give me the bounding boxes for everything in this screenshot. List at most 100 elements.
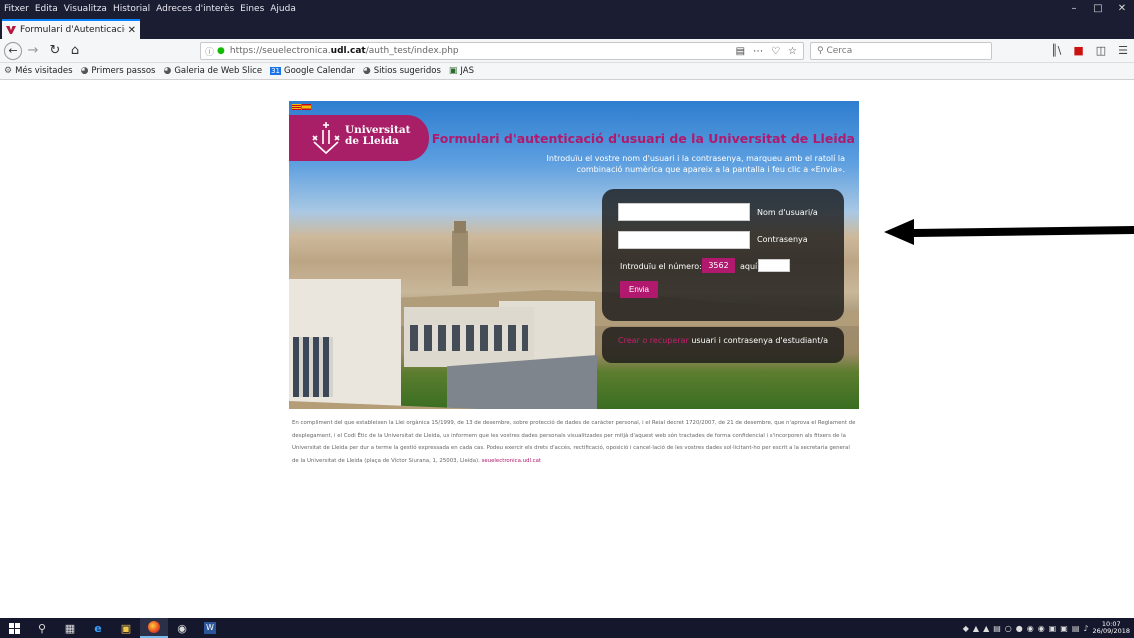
windows-taskbar: ⚲ ▦ e ▣ ◉ W ◆ ▲ ▲ ▤ ○ ● ◉ ◉ ▣ ▣ ▤ ♪ 10:0… xyxy=(0,618,1134,638)
logo-line2: de Lleida xyxy=(345,135,399,147)
tray-icon[interactable]: ◆ xyxy=(963,624,969,633)
flag-spanish-icon[interactable] xyxy=(302,104,311,110)
bookmark-star-icon[interactable]: ☆ xyxy=(788,46,797,57)
logo-text: Universitat de Lleida xyxy=(345,125,425,147)
login-panel: Nom d'usuari/a Contrasenya Introduïu el … xyxy=(602,189,844,321)
calendar-icon: 31 xyxy=(270,67,282,75)
password-label: Contrasenya xyxy=(757,235,808,244)
tab-title: Formulari d'Autenticació d'usu xyxy=(20,25,125,35)
captcha-here-label: aquí: xyxy=(740,262,760,271)
tray-icon[interactable]: ▤ xyxy=(993,624,1001,633)
windows-logo-icon xyxy=(8,622,20,634)
login-banner: Universitat de Lleida Formulari d'autent… xyxy=(289,101,859,409)
menu-edit[interactable]: Edita xyxy=(32,4,61,14)
udl-emblem-icon xyxy=(312,122,340,155)
hamburger-menu-icon[interactable]: ☰ xyxy=(1118,42,1128,60)
form-title: Formulari d'autenticació d'usuari de la … xyxy=(431,131,855,146)
globe-icon: ◕ xyxy=(80,66,89,76)
pocket-icon[interactable]: ♡ xyxy=(771,46,780,57)
tray-icon[interactable]: ▲ xyxy=(983,624,989,633)
bookmark-item[interactable]: ◕ Sitios sugeridos xyxy=(363,66,441,76)
send-button[interactable]: Envia xyxy=(620,281,658,298)
lock-icon[interactable]: ● xyxy=(217,46,225,56)
maximize-icon[interactable]: □ xyxy=(1086,3,1110,14)
search-icon: ⚲ xyxy=(817,46,827,56)
edge-browser-icon[interactable]: e xyxy=(84,618,112,638)
menu-history[interactable]: Historial xyxy=(110,4,153,14)
back-icon[interactable]: ← xyxy=(4,42,22,60)
firefox-icon xyxy=(148,621,160,633)
search-taskbar-icon[interactable]: ⚲ xyxy=(28,618,56,638)
url-host: udl.cat xyxy=(330,46,366,56)
recover-panel: Crear o recuperar usuari i contrasenya d… xyxy=(602,327,844,363)
tray-icon[interactable]: ▲ xyxy=(973,624,979,633)
globe-icon: ◕ xyxy=(362,66,371,76)
reader-view-icon[interactable]: ▤ xyxy=(736,46,745,57)
tray-icon[interactable]: ◉ xyxy=(1027,624,1034,633)
task-view-icon[interactable]: ▦ xyxy=(56,618,84,638)
gear-icon: ⚙ xyxy=(4,66,13,76)
clock-date: 26/09/2018 xyxy=(1092,627,1130,635)
tray-icon[interactable]: ● xyxy=(1016,624,1023,633)
minimize-icon[interactable]: – xyxy=(1062,3,1086,14)
menu-bookmarks[interactable]: Adreces d'interès xyxy=(153,4,237,14)
bookmark-item[interactable]: ◕ Primers passos xyxy=(81,66,156,76)
close-tab-icon[interactable]: ✕ xyxy=(128,25,136,36)
app-taskbar-icon[interactable]: ◉ xyxy=(168,618,196,638)
tray-icon[interactable]: ▣ xyxy=(1049,624,1057,633)
username-input[interactable] xyxy=(618,203,750,221)
recover-link[interactable]: Crear o recuperar xyxy=(618,336,689,345)
sidebar-icon[interactable]: ◫ xyxy=(1096,42,1106,60)
udl-logo: Universitat de Lleida xyxy=(289,115,429,161)
url-prefix: https://seuelectronica. xyxy=(229,46,331,56)
bookmark-item[interactable]: ⚙ Més visitades xyxy=(4,66,73,76)
tray-icon[interactable]: ▣ xyxy=(1060,624,1068,633)
recover-text: usuari i contrasenya d'estudiant/a xyxy=(688,336,828,345)
tray-icon[interactable]: ◉ xyxy=(1038,624,1045,633)
page-actions-icon[interactable]: ⋯ xyxy=(753,46,763,57)
home-icon[interactable]: ⌂ xyxy=(68,42,82,60)
menu-file[interactable]: Fitxer xyxy=(0,4,32,14)
reload-icon[interactable]: ↻ xyxy=(48,42,62,60)
language-flags xyxy=(292,104,312,110)
navigation-bar: ← → ↻ ⌂ ⓘ ● https://seuelectronica. udl.c… xyxy=(0,39,1134,63)
legal-link[interactable]: seuelectronica.udl.cat xyxy=(482,458,541,464)
tray-icon[interactable]: ○ xyxy=(1005,624,1012,633)
captcha-label: Introduïu el número: xyxy=(620,262,702,271)
banner-cathedral xyxy=(452,221,468,286)
bookmarks-bar: ⚙ Més visitades ◕ Primers passos ◕ Galeria … xyxy=(0,63,1134,80)
firefox-taskbar-button[interactable] xyxy=(140,618,168,638)
system-clock[interactable]: 10:07 26/09/2018 xyxy=(1093,621,1130,635)
captcha-number[interactable]: 3562 xyxy=(702,258,735,273)
banner-building xyxy=(289,279,401,409)
captcha-input[interactable] xyxy=(758,259,790,272)
menu-bar: Fitxer Edita Visualitza Historial Adrece… xyxy=(0,0,1134,17)
flag-catalan-icon[interactable] xyxy=(292,104,301,110)
search-input[interactable]: ⚲ Cerca xyxy=(810,42,992,60)
menu-view[interactable]: Visualitza xyxy=(61,4,110,14)
library-icon[interactable]: ║\ xyxy=(1051,42,1061,60)
bookmark-item[interactable]: ◕ Galeria de Web Slice xyxy=(163,66,262,76)
udl-favicon-icon xyxy=(6,25,16,35)
volume-icon[interactable]: ♪ xyxy=(1083,624,1088,633)
username-label: Nom d'usuari/a xyxy=(757,208,818,217)
bookmark-item[interactable]: 31 Google Calendar xyxy=(270,66,355,76)
menu-tools[interactable]: Eines xyxy=(237,4,267,14)
file-explorer-icon[interactable]: ▣ xyxy=(112,618,140,638)
pdf-icon[interactable]: ■ xyxy=(1073,42,1083,60)
toolbar-icons: ║\ ■ ◫ ☰ xyxy=(1051,42,1128,60)
legal-text: En compliment del que estableixen la Lle… xyxy=(292,420,856,464)
form-subtitle: Introduïu el vostre nom d'usuari i la co… xyxy=(546,154,845,174)
info-icon[interactable]: ⓘ xyxy=(205,45,214,58)
word-taskbar-button[interactable]: W xyxy=(196,618,224,638)
bookmark-item[interactable]: ▣ JAS xyxy=(449,66,474,76)
menu-help[interactable]: Ajuda xyxy=(267,4,299,14)
start-button[interactable] xyxy=(0,618,28,638)
forward-icon[interactable]: → xyxy=(26,42,40,60)
address-bar[interactable]: ⓘ ● https://seuelectronica. udl.cat/auth_… xyxy=(200,42,804,60)
close-window-icon[interactable]: ✕ xyxy=(1110,3,1134,14)
tab-active[interactable]: Formulari d'Autenticació d'usu ✕ xyxy=(2,19,140,39)
network-icon[interactable]: ▤ xyxy=(1072,624,1080,633)
password-input[interactable] xyxy=(618,231,750,249)
search-placeholder: Cerca xyxy=(826,46,853,56)
